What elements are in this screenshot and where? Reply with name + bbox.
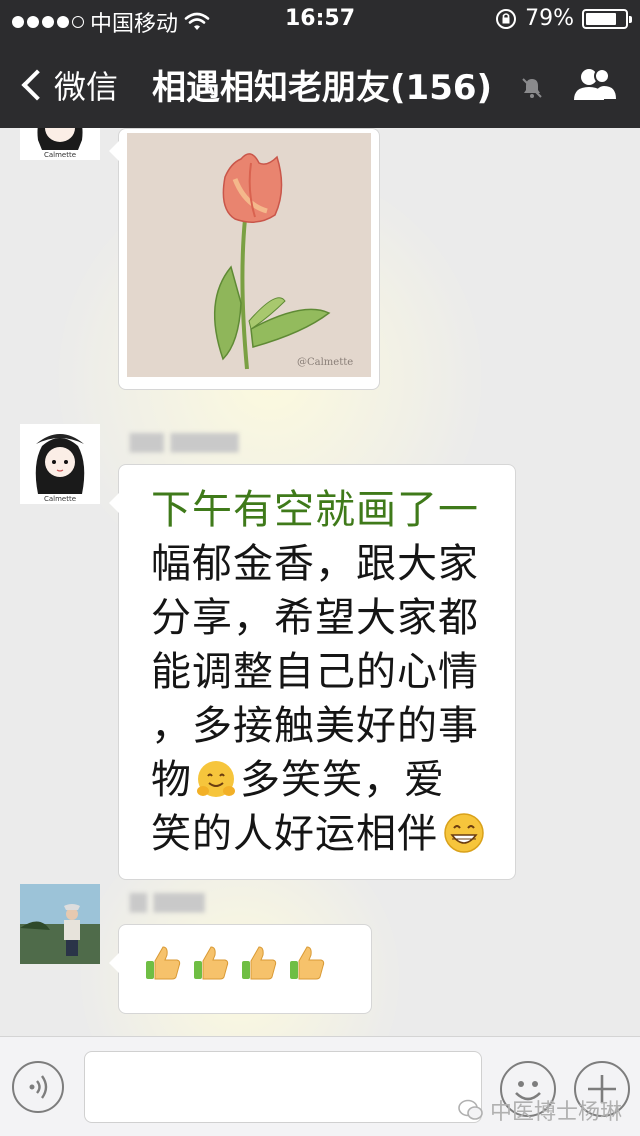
grin-emoji-icon bbox=[444, 813, 484, 853]
emoji-row bbox=[143, 943, 347, 983]
message-line: 物 多笑笑，爱 bbox=[151, 753, 487, 807]
message-line: 能调整自己的心情 bbox=[151, 649, 479, 695]
status-right: 79% bbox=[495, 6, 632, 31]
watermark-text: 中医博士杨琳 bbox=[490, 1100, 623, 1125]
battery-fill bbox=[586, 12, 617, 25]
avatar-girl-icon: Calmette bbox=[20, 128, 100, 160]
message-line: ，多接触美好的事 bbox=[151, 703, 479, 749]
sender-avatar[interactable]: Calmette bbox=[20, 128, 100, 160]
message-input[interactable] bbox=[84, 1051, 482, 1123]
image-message[interactable]: @Calmette bbox=[109, 128, 380, 390]
mute-icon bbox=[522, 78, 542, 98]
rotation-lock-icon bbox=[496, 8, 517, 29]
chevron-left-icon bbox=[21, 69, 53, 101]
image-credit: @Calmette bbox=[297, 357, 353, 368]
avatar-photo-icon bbox=[20, 884, 100, 964]
voice-icon bbox=[29, 1075, 48, 1099]
sender-avatar[interactable]: Calmette bbox=[20, 424, 100, 504]
sender-name-blurred: ▆ ▆▆▆ bbox=[130, 888, 205, 913]
tulip-drawing: @Calmette bbox=[127, 133, 371, 377]
avatar-caption: Calmette bbox=[44, 495, 76, 503]
thumbs-up-emoji-icon bbox=[290, 946, 325, 980]
avatar-caption: Calmette bbox=[44, 151, 76, 159]
chat-title: 相遇相知老朋友(156) bbox=[152, 68, 493, 108]
watermark: 中医博士杨琳 bbox=[458, 1094, 622, 1126]
thumbs-up-emoji-icon bbox=[242, 946, 277, 980]
avatar-girl-icon: Calmette bbox=[20, 424, 100, 504]
wechat-logo-icon bbox=[458, 1099, 483, 1120]
group-members-icon[interactable] bbox=[570, 66, 618, 102]
message-line: 幅郁金香，跟大家 bbox=[151, 541, 479, 587]
sender-avatar[interactable] bbox=[20, 884, 100, 964]
nav-bar: 微信 相遇相知老朋友(156) bbox=[0, 40, 640, 128]
battery-icon bbox=[582, 8, 632, 29]
thumbs-up-emoji-icon bbox=[146, 946, 181, 980]
message-fragment: 笑的人好运相伴 bbox=[151, 811, 438, 857]
message-line: 笑的人好运相伴 bbox=[151, 807, 487, 861]
back-button[interactable]: 微信 bbox=[18, 62, 118, 108]
message-line: 分享，希望大家都 bbox=[151, 595, 479, 641]
chat-area[interactable]: Calmette @Calmette Calmette ▆▆ ▆▆▆▆ 下午有空… bbox=[0, 128, 640, 1036]
message-fragment: 物 bbox=[151, 757, 192, 803]
sender-name-blurred: ▆▆ ▆▆▆▆ bbox=[130, 428, 239, 453]
message-text: 下午有空就画了一 幅郁金香，跟大家 分享，希望大家都 能调整自己的心情 ，多接触… bbox=[151, 483, 487, 861]
emoji-message[interactable] bbox=[109, 924, 372, 1014]
message-fragment: 多笑笑，爱 bbox=[240, 757, 445, 803]
battery-percent: 79% bbox=[525, 6, 574, 31]
text-message[interactable]: 下午有空就画了一 幅郁金香，跟大家 分享，希望大家都 能调整自己的心情 ，多接触… bbox=[109, 464, 516, 880]
message-line: 下午有空就画了一 bbox=[151, 487, 479, 533]
voice-input-button[interactable] bbox=[12, 1061, 64, 1113]
back-label: 微信 bbox=[54, 68, 119, 106]
hug-emoji-icon bbox=[197, 761, 235, 797]
status-bar: 中国移动 16:57 79% bbox=[0, 0, 640, 40]
tulip-painting[interactable]: @Calmette bbox=[127, 133, 371, 377]
thumbs-up-emoji-icon bbox=[194, 946, 229, 980]
